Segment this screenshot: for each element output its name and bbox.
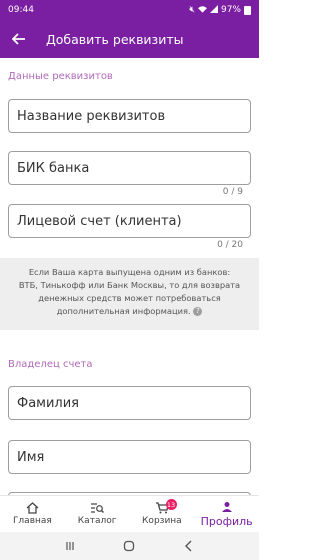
- info-line-3: денежных средств может потребоваться: [38, 293, 221, 303]
- tab-catalog-label: Каталог: [77, 516, 117, 526]
- owner-section-title: Владелец счета: [8, 359, 93, 370]
- cart-badge: 13: [165, 499, 177, 510]
- requisites-name-field[interactable]: Название реквизитов: [8, 99, 251, 133]
- surname-field[interactable]: Фамилия: [8, 386, 251, 420]
- first-name-field[interactable]: Имя: [8, 440, 251, 474]
- home-button-icon[interactable]: [122, 539, 136, 553]
- first-name-placeholder: Имя: [17, 449, 45, 465]
- info-line-4-wrap: дополнительная информация. ?: [10, 305, 249, 318]
- home-icon: [25, 502, 39, 514]
- info-line-2: ВТБ, Тинькофф или Банк Москвы, то для во…: [18, 280, 241, 290]
- tab-profile[interactable]: Профиль: [194, 496, 259, 532]
- wifi-icon: [197, 5, 207, 16]
- battery-icon: [244, 5, 251, 15]
- account-counter: 0 / 20: [217, 240, 243, 250]
- status-time: 09:44: [8, 5, 34, 15]
- bottom-tab-bar: Главная Каталог 13 Корзина Профиль: [0, 495, 259, 532]
- mute-icon: 🔇︎: [189, 5, 195, 15]
- tab-cart[interactable]: 13 Корзина: [130, 496, 195, 532]
- tab-cart-label: Корзина: [142, 516, 182, 526]
- bank-info-note: Если Ваша карта выпущена одним из банков…: [0, 258, 259, 330]
- help-icon[interactable]: ?: [193, 307, 203, 316]
- form-content[interactable]: Данные реквизитов Название реквизитов БИ…: [0, 58, 259, 495]
- status-bar: 09:44 🔇︎ 97%: [0, 0, 259, 20]
- bik-field[interactable]: БИК банка: [8, 151, 251, 185]
- recent-apps-icon[interactable]: [63, 539, 77, 553]
- page-title: Добавить реквизиты: [46, 31, 184, 47]
- app-bar: Добавить реквизиты: [0, 20, 259, 58]
- tab-home-label: Главная: [12, 516, 52, 526]
- battery-percent: 97%: [220, 5, 241, 15]
- bik-placeholder: БИК банка: [17, 160, 90, 176]
- system-nav-bar: [0, 532, 259, 560]
- catalog-search-icon: [90, 502, 105, 514]
- signal-icon: [209, 4, 218, 16]
- account-placeholder: Лицевой счет (клиента): [17, 213, 182, 229]
- tab-home[interactable]: Главная: [0, 496, 65, 532]
- bik-counter: 0 / 9: [222, 187, 243, 197]
- account-field[interactable]: Лицевой счет (клиента): [8, 204, 251, 238]
- info-line-4: дополнительная информация.: [56, 306, 191, 316]
- details-section-title: Данные реквизитов: [8, 71, 113, 82]
- tab-profile-label: Профиль: [200, 514, 253, 528]
- system-back-icon[interactable]: [182, 539, 196, 553]
- profile-icon: [220, 501, 234, 513]
- info-line-1: Если Ваша карта выпущена одним из банков…: [28, 267, 231, 277]
- surname-placeholder: Фамилия: [17, 395, 79, 411]
- back-arrow-icon[interactable]: [10, 30, 28, 48]
- tab-catalog[interactable]: Каталог: [65, 496, 130, 532]
- requisites-name-placeholder: Название реквизитов: [17, 108, 166, 124]
- status-icons: 🔇︎ 97%: [189, 4, 251, 16]
